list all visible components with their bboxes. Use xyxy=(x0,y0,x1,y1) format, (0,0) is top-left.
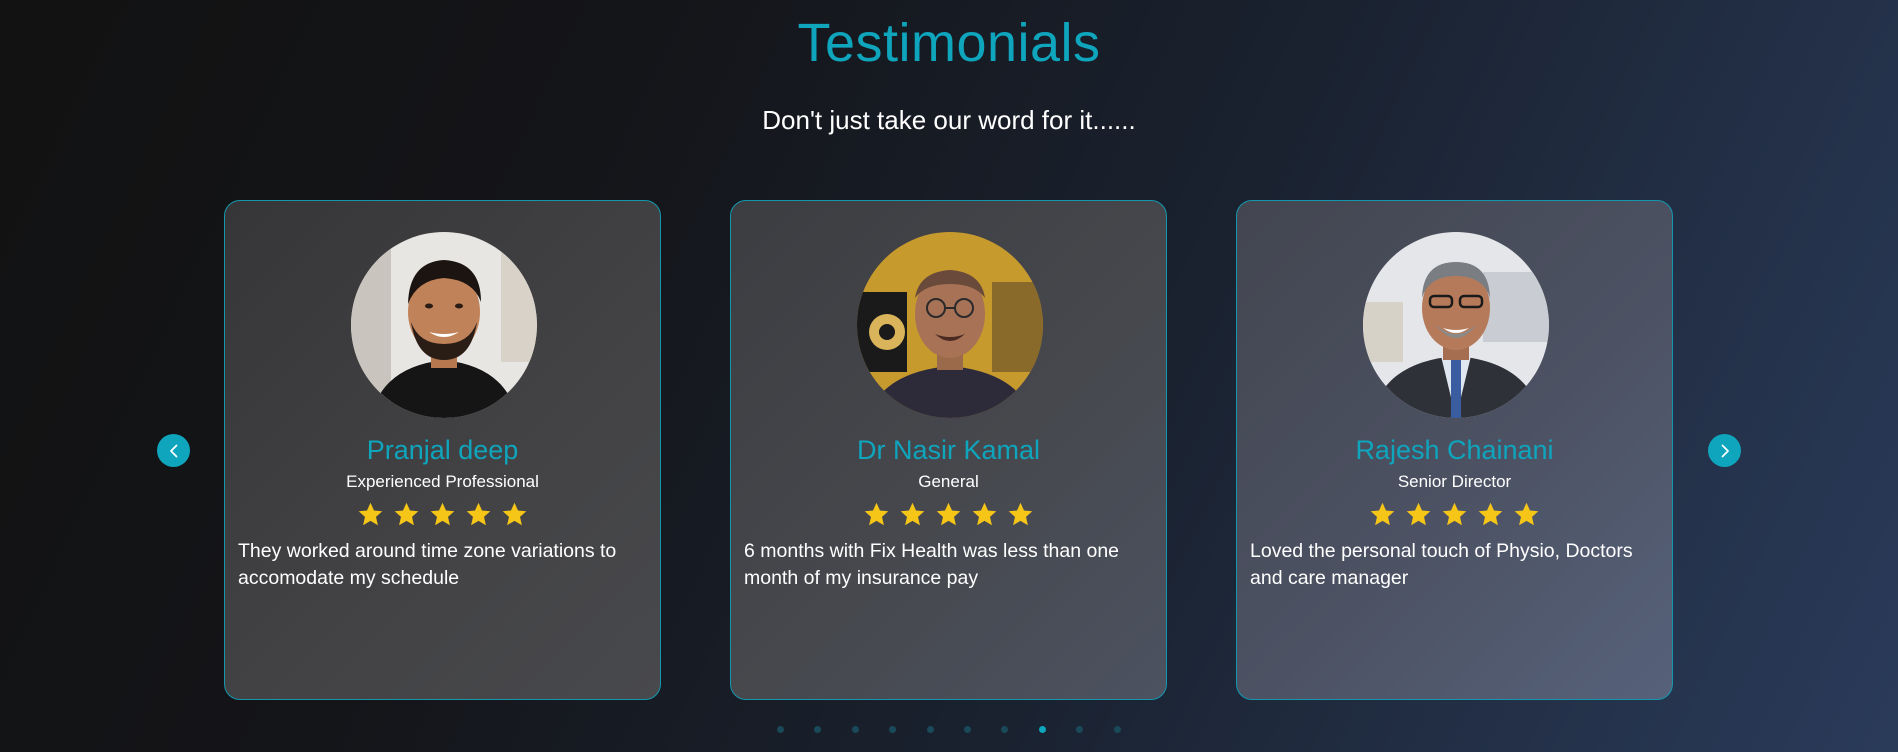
testimonial-card: Rajesh Chainani Senior Director Loved th… xyxy=(1236,200,1673,700)
pagination-dot[interactable] xyxy=(926,726,934,733)
chevron-right-icon xyxy=(1717,443,1733,459)
star-icon xyxy=(429,501,456,528)
avatar xyxy=(1363,232,1549,418)
star-icon xyxy=(1405,501,1432,528)
pagination-dot[interactable] xyxy=(851,726,859,733)
pagination-dot[interactable] xyxy=(1076,726,1084,733)
pagination-dot[interactable] xyxy=(963,726,971,733)
avatar xyxy=(857,232,1043,418)
pagination-dot-active[interactable] xyxy=(1038,726,1046,733)
star-icon xyxy=(899,501,926,528)
star-icon xyxy=(1007,501,1034,528)
avatar xyxy=(351,232,537,418)
star-icon xyxy=(1369,501,1396,528)
pagination-dot[interactable] xyxy=(1001,726,1009,733)
star-icon xyxy=(863,501,890,528)
carousel-prev-button[interactable] xyxy=(157,434,190,467)
star-rating xyxy=(1237,501,1672,528)
testimonial-quote: 6 months with Fix Health was less than o… xyxy=(744,540,1120,589)
testimonial-role: Senior Director xyxy=(1397,472,1512,491)
chevron-left-icon xyxy=(166,443,182,459)
star-icon xyxy=(501,501,528,528)
star-rating xyxy=(731,501,1166,528)
testimonial-card: Pranjal deep Experienced Professional Th… xyxy=(224,200,661,700)
testimonial-role: Experienced Professional xyxy=(346,472,539,491)
star-icon xyxy=(1513,501,1540,528)
carousel-next-button[interactable] xyxy=(1708,434,1741,467)
testimonial-name: Rajesh Chainani xyxy=(1355,435,1554,465)
testimonial-name: Dr Nasir Kamal xyxy=(856,435,1041,465)
star-icon xyxy=(971,501,998,528)
star-icon xyxy=(357,501,384,528)
star-rating xyxy=(225,501,660,528)
pagination-dot[interactable] xyxy=(889,726,897,733)
star-icon xyxy=(465,501,492,528)
pagination-dot[interactable] xyxy=(814,726,822,733)
star-icon xyxy=(1477,501,1504,528)
testimonial-card: Dr Nasir Kamal General 6 months with Fix… xyxy=(730,200,1167,700)
star-icon xyxy=(393,501,420,528)
testimonial-role: General xyxy=(918,472,979,491)
pagination-dot[interactable] xyxy=(1113,726,1121,733)
testimonial-quote: Loved the personal touch of Physio, Doct… xyxy=(1250,540,1633,589)
testimonial-name: Pranjal deep xyxy=(366,435,519,465)
star-icon xyxy=(935,501,962,528)
section-title: Testimonials xyxy=(797,13,1101,73)
pagination-dot[interactable] xyxy=(777,726,784,733)
section-subtitle: Don't just take our word for it...... xyxy=(762,105,1136,135)
star-icon xyxy=(1441,501,1468,528)
testimonial-quote: They worked around time zone variations … xyxy=(238,540,617,589)
carousel-pagination xyxy=(777,726,1121,733)
